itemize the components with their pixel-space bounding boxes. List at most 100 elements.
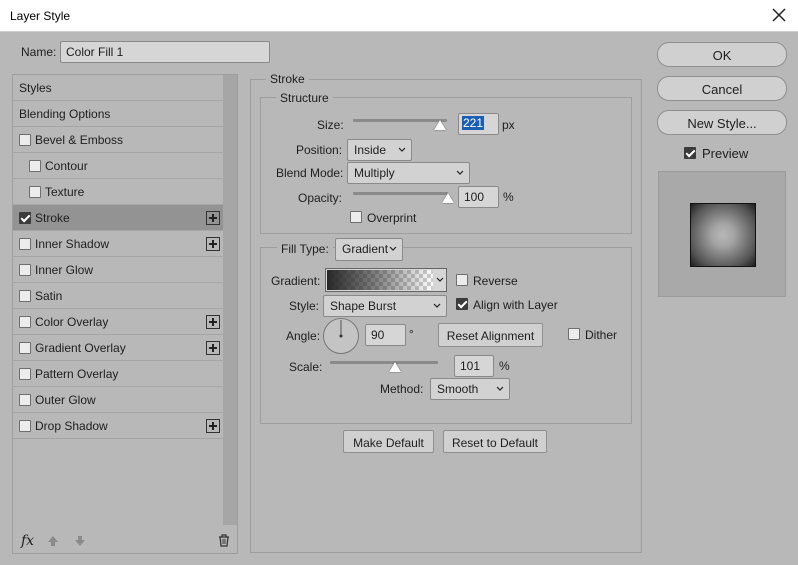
scale-unit: % xyxy=(499,359,510,373)
gradient-picker[interactable] xyxy=(325,268,447,292)
style-item-blending-options[interactable]: Blending Options xyxy=(13,101,224,127)
size-slider-thumb[interactable] xyxy=(434,120,447,130)
fill-type-select[interactable]: Gradient xyxy=(335,238,403,261)
style-item-outer-glow[interactable]: Outer Glow xyxy=(13,387,224,413)
chevron-down-icon xyxy=(433,303,441,308)
style-item-drop-shadow[interactable]: Drop Shadow xyxy=(13,413,224,439)
overprint-label: Overprint xyxy=(367,211,417,225)
style-item-checkbox[interactable] xyxy=(29,160,41,172)
reset-to-default-button[interactable]: Reset to Default xyxy=(443,430,547,453)
style-item-checkbox[interactable] xyxy=(19,368,31,380)
make-default-button[interactable]: Make Default xyxy=(343,430,434,453)
style-item-satin[interactable]: Satin xyxy=(13,283,224,309)
fill-type-label: Fill Type: xyxy=(277,242,333,256)
style-item-label: Styles xyxy=(19,81,52,95)
gradient-preview[interactable] xyxy=(327,270,433,290)
styles-list-scrollbar[interactable] xyxy=(223,75,237,525)
scale-input[interactable]: 101 xyxy=(454,355,494,377)
gradient-style-value: Shape Burst xyxy=(330,299,397,313)
chevron-down-icon xyxy=(398,147,406,152)
chevron-down-icon[interactable] xyxy=(436,277,444,283)
style-label: Style: xyxy=(289,299,320,313)
style-preview xyxy=(658,171,786,297)
arrow-down-icon[interactable] xyxy=(74,535,86,547)
style-item-checkbox[interactable] xyxy=(19,420,31,432)
size-unit: px xyxy=(502,118,515,132)
style-item-checkbox[interactable] xyxy=(19,212,31,224)
structure-title: Structure xyxy=(276,91,333,105)
style-item-checkbox[interactable] xyxy=(19,316,31,328)
style-item-checkbox[interactable] xyxy=(19,134,31,146)
reset-alignment-button[interactable]: Reset Alignment xyxy=(438,323,543,347)
add-icon[interactable] xyxy=(206,419,220,433)
style-item-gradient-overlay[interactable]: Gradient Overlay xyxy=(13,335,224,361)
style-item-checkbox[interactable] xyxy=(19,290,31,302)
arrow-up-icon[interactable] xyxy=(47,535,59,547)
style-item-checkbox[interactable] xyxy=(29,186,41,198)
style-item-inner-glow[interactable]: Inner Glow xyxy=(13,257,224,283)
reverse-checkbox[interactable] xyxy=(456,274,468,286)
scale-slider-thumb[interactable] xyxy=(388,362,401,372)
new-style-button[interactable]: New Style... xyxy=(657,110,787,135)
close-button[interactable] xyxy=(769,5,789,25)
style-item-label: Gradient Overlay xyxy=(35,341,126,355)
style-item-color-overlay[interactable]: Color Overlay xyxy=(13,309,224,335)
opacity-slider-thumb[interactable] xyxy=(442,193,454,203)
gradient-style-select[interactable]: Shape Burst xyxy=(323,295,447,317)
chevron-down-icon xyxy=(456,170,464,175)
style-item-label: Outer Glow xyxy=(35,393,96,407)
style-item-texture[interactable]: Texture xyxy=(13,179,224,205)
preview-checkbox[interactable] xyxy=(684,147,696,159)
style-item-label: Bevel & Emboss xyxy=(35,133,124,147)
add-icon[interactable] xyxy=(206,211,220,225)
method-select[interactable]: Smooth xyxy=(430,378,510,400)
overprint-checkbox[interactable] xyxy=(350,211,362,223)
style-item-label: Texture xyxy=(45,185,85,199)
style-item-label: Blending Options xyxy=(19,107,111,121)
style-item-styles[interactable]: Styles xyxy=(13,75,224,101)
fx-icon[interactable]: fx xyxy=(21,533,34,549)
angle-label: Angle: xyxy=(286,329,321,343)
trash-icon[interactable] xyxy=(218,534,230,547)
method-value: Smooth xyxy=(437,382,479,396)
opacity-slider-track[interactable] xyxy=(353,192,448,195)
style-item-checkbox[interactable] xyxy=(19,394,31,406)
align-with-layer-checkbox[interactable] xyxy=(456,298,468,310)
dither-label: Dither xyxy=(585,328,618,342)
scale-slider-track[interactable] xyxy=(330,361,438,364)
name-input[interactable]: Color Fill 1 xyxy=(60,41,270,63)
style-item-label: Satin xyxy=(35,289,63,303)
angle-input[interactable]: 90 xyxy=(365,324,406,346)
name-label: Name: xyxy=(21,45,57,59)
style-item-label: Inner Shadow xyxy=(35,237,110,251)
blend-mode-select[interactable]: Multiply xyxy=(347,162,470,184)
angle-dial[interactable] xyxy=(323,318,359,354)
position-select[interactable]: Inside xyxy=(347,139,412,161)
title-bar: Layer Style xyxy=(0,0,798,32)
opacity-input[interactable]: 100 xyxy=(458,186,499,208)
align-with-layer-label: Align with Layer xyxy=(473,298,558,312)
style-item-stroke[interactable]: Stroke xyxy=(13,205,224,231)
dither-checkbox[interactable] xyxy=(568,328,580,340)
blend-mode-value: Multiply xyxy=(354,166,395,180)
add-icon[interactable] xyxy=(206,341,220,355)
style-item-bevel-emboss[interactable]: Bevel & Emboss xyxy=(13,127,224,153)
fill-type-value: Gradient xyxy=(342,242,389,256)
style-item-contour[interactable]: Contour xyxy=(13,153,224,179)
style-item-checkbox[interactable] xyxy=(19,264,31,276)
position-label: Position: xyxy=(296,143,343,157)
style-item-checkbox[interactable] xyxy=(19,238,31,250)
size-slider-track[interactable] xyxy=(353,119,447,122)
opacity-unit: % xyxy=(503,190,514,204)
style-item-inner-shadow[interactable]: Inner Shadow xyxy=(13,231,224,257)
style-item-label: Stroke xyxy=(35,211,70,225)
gradient-label: Gradient: xyxy=(271,274,321,288)
ok-button[interactable]: OK xyxy=(657,42,787,67)
cancel-button[interactable]: Cancel xyxy=(657,76,787,101)
stroke-title: Stroke xyxy=(266,72,309,86)
style-item-pattern-overlay[interactable]: Pattern Overlay xyxy=(13,361,224,387)
add-icon[interactable] xyxy=(206,237,220,251)
size-input[interactable]: 221 xyxy=(458,113,499,135)
style-item-checkbox[interactable] xyxy=(19,342,31,354)
add-icon[interactable] xyxy=(206,315,220,329)
